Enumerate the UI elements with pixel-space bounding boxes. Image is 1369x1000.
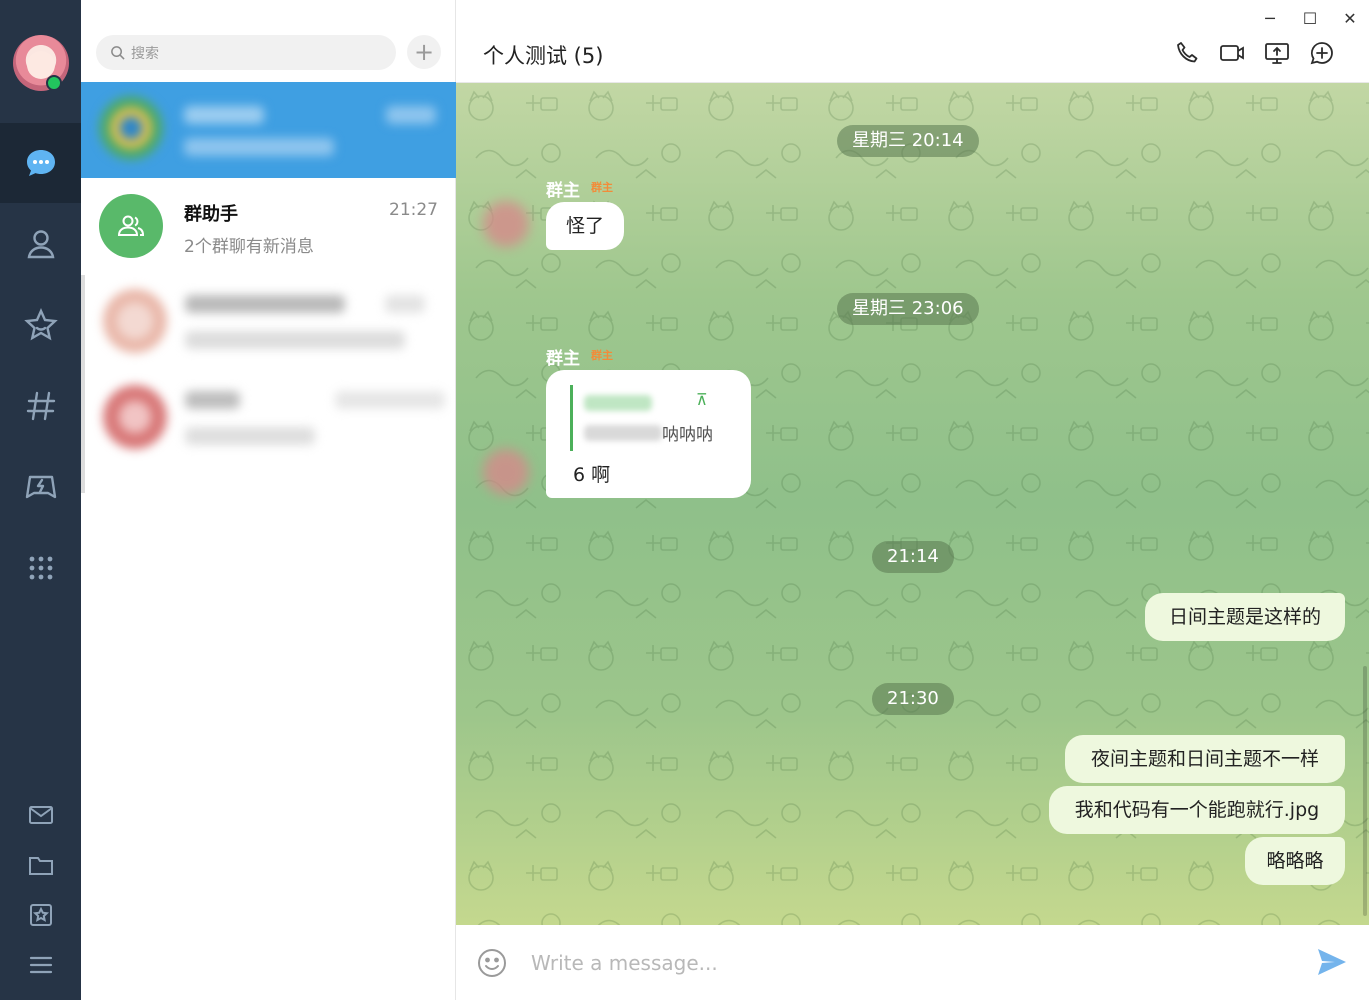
folder-icon — [28, 857, 53, 875]
send-button[interactable] — [1315, 945, 1349, 979]
reply-text: 6 啊 — [573, 464, 611, 486]
send-icon — [1318, 949, 1346, 975]
minimize-icon: ─ — [1265, 8, 1275, 28]
star-icon — [23, 308, 58, 341]
search-icon — [111, 46, 125, 60]
menu-icon — [29, 956, 52, 974]
main-menu-button[interactable] — [0, 943, 81, 987]
outgoing-message-bubble[interactable]: 夜间主题和日间主题不一样 — [1065, 735, 1345, 783]
time-separator: 21:30 — [872, 683, 954, 715]
admin-badge: 群主 — [591, 181, 613, 194]
date-separator: 星期三 23:06 — [837, 293, 979, 325]
message-bubble[interactable]: 怪了 — [546, 202, 625, 250]
chat-title: 个人测试 (5) — [483, 44, 604, 68]
mail-button[interactable] — [0, 793, 81, 837]
online-status-dot — [46, 75, 62, 91]
jump-to-quote-icon[interactable]: ⊼ — [696, 390, 708, 409]
game-icon — [25, 475, 56, 499]
group-icon — [117, 215, 145, 236]
video-icon — [1220, 45, 1244, 61]
nav-chats[interactable] — [0, 123, 81, 203]
sender-avatar[interactable] — [483, 201, 529, 247]
outgoing-message-bubble[interactable]: 我和代码有一个能跑就行.jpg — [1049, 786, 1345, 834]
sidebar-rail — [0, 0, 81, 1000]
message-input[interactable]: Write a message... — [531, 951, 718, 975]
emoji-icon — [478, 949, 506, 977]
time-separator: 21:14 — [872, 541, 954, 573]
nav-contacts[interactable] — [0, 204, 81, 284]
reply-quote-bar — [570, 385, 573, 451]
new-chat-button[interactable]: + — [407, 35, 441, 69]
chat-list-item-selected[interactable] — [81, 82, 456, 178]
nav-channels[interactable] — [0, 366, 81, 446]
search-input[interactable]: 搜索 — [96, 35, 396, 70]
message-composer: Write a message... — [456, 925, 1369, 1000]
close-icon: ✕ — [1343, 8, 1357, 28]
maximize-button[interactable]: ☐ — [1300, 8, 1320, 28]
voice-call-button[interactable] — [1174, 40, 1200, 66]
more-actions-button[interactable] — [1309, 40, 1335, 66]
video-call-button[interactable] — [1219, 40, 1245, 66]
chat-list-panel: 搜索 + 群助手 21:27 2个群聊有新消息 — [81, 0, 456, 1000]
nav-more-apps[interactable] — [0, 528, 81, 608]
mail-icon — [28, 806, 53, 824]
chat-header: 个人测试 (5) ─ ☐ ✕ — [456, 0, 1369, 83]
chat-panel: 个人测试 (5) ─ ☐ ✕ 星期三 20:14 群主 群主 怪了 星期三 23… — [456, 0, 1369, 1000]
scrollbar[interactable] — [1363, 666, 1367, 916]
add-member-icon — [1310, 42, 1333, 65]
outgoing-message-bubble[interactable]: 略略略 — [1245, 837, 1345, 885]
sender-name[interactable]: 群主 — [546, 344, 580, 369]
group-assistant-avatar — [99, 194, 163, 258]
chat-list-item[interactable] — [81, 275, 456, 371]
chat-list-item[interactable] — [81, 371, 456, 493]
bookmark-icon — [29, 904, 52, 926]
outgoing-message-bubble[interactable]: 日间主题是这样的 — [1145, 593, 1345, 641]
apps-icon — [29, 556, 52, 580]
bookmarks-button[interactable] — [0, 893, 81, 937]
sender-name[interactable]: 群主 — [546, 176, 580, 201]
nav-games[interactable] — [0, 447, 81, 527]
chat-time: 21:27 — [389, 200, 438, 220]
sender-avatar[interactable] — [483, 449, 529, 495]
message-area[interactable]: 星期三 20:14 群主 群主 怪了 星期三 23:06 群主 群主 ⊼ 呐呐呐… — [456, 83, 1369, 925]
files-button[interactable] — [0, 843, 81, 887]
date-separator: 星期三 20:14 — [837, 125, 979, 157]
screen-share-icon — [1265, 43, 1289, 64]
screen-share-button[interactable] — [1264, 40, 1290, 66]
phone-icon — [1177, 42, 1198, 63]
admin-badge: 群主 — [591, 349, 613, 362]
chat-list-item[interactable]: 群助手 21:27 2个群聊有新消息 — [81, 178, 456, 274]
close-button[interactable]: ✕ — [1340, 8, 1360, 28]
emoji-button[interactable] — [476, 947, 508, 979]
plus-icon: + — [413, 38, 435, 66]
nav-favorites[interactable] — [0, 285, 81, 365]
chat-preview: 2个群聊有新消息 — [184, 237, 314, 257]
quoted-text: 呐呐呐 — [662, 425, 713, 445]
maximize-icon: ☐ — [1302, 8, 1318, 28]
minimize-button[interactable]: ─ — [1260, 8, 1280, 28]
hashtag-icon — [26, 391, 55, 421]
quoted-sender-redacted — [584, 395, 652, 411]
search-placeholder: 搜索 — [131, 45, 159, 62]
quoted-text-redacted — [584, 425, 662, 441]
contacts-icon — [27, 230, 54, 259]
chat-icon — [26, 150, 55, 176]
reply-message-bubble[interactable]: ⊼ 呐呐呐 6 啊 — [546, 370, 751, 498]
chat-name: 群助手 — [184, 204, 238, 225]
